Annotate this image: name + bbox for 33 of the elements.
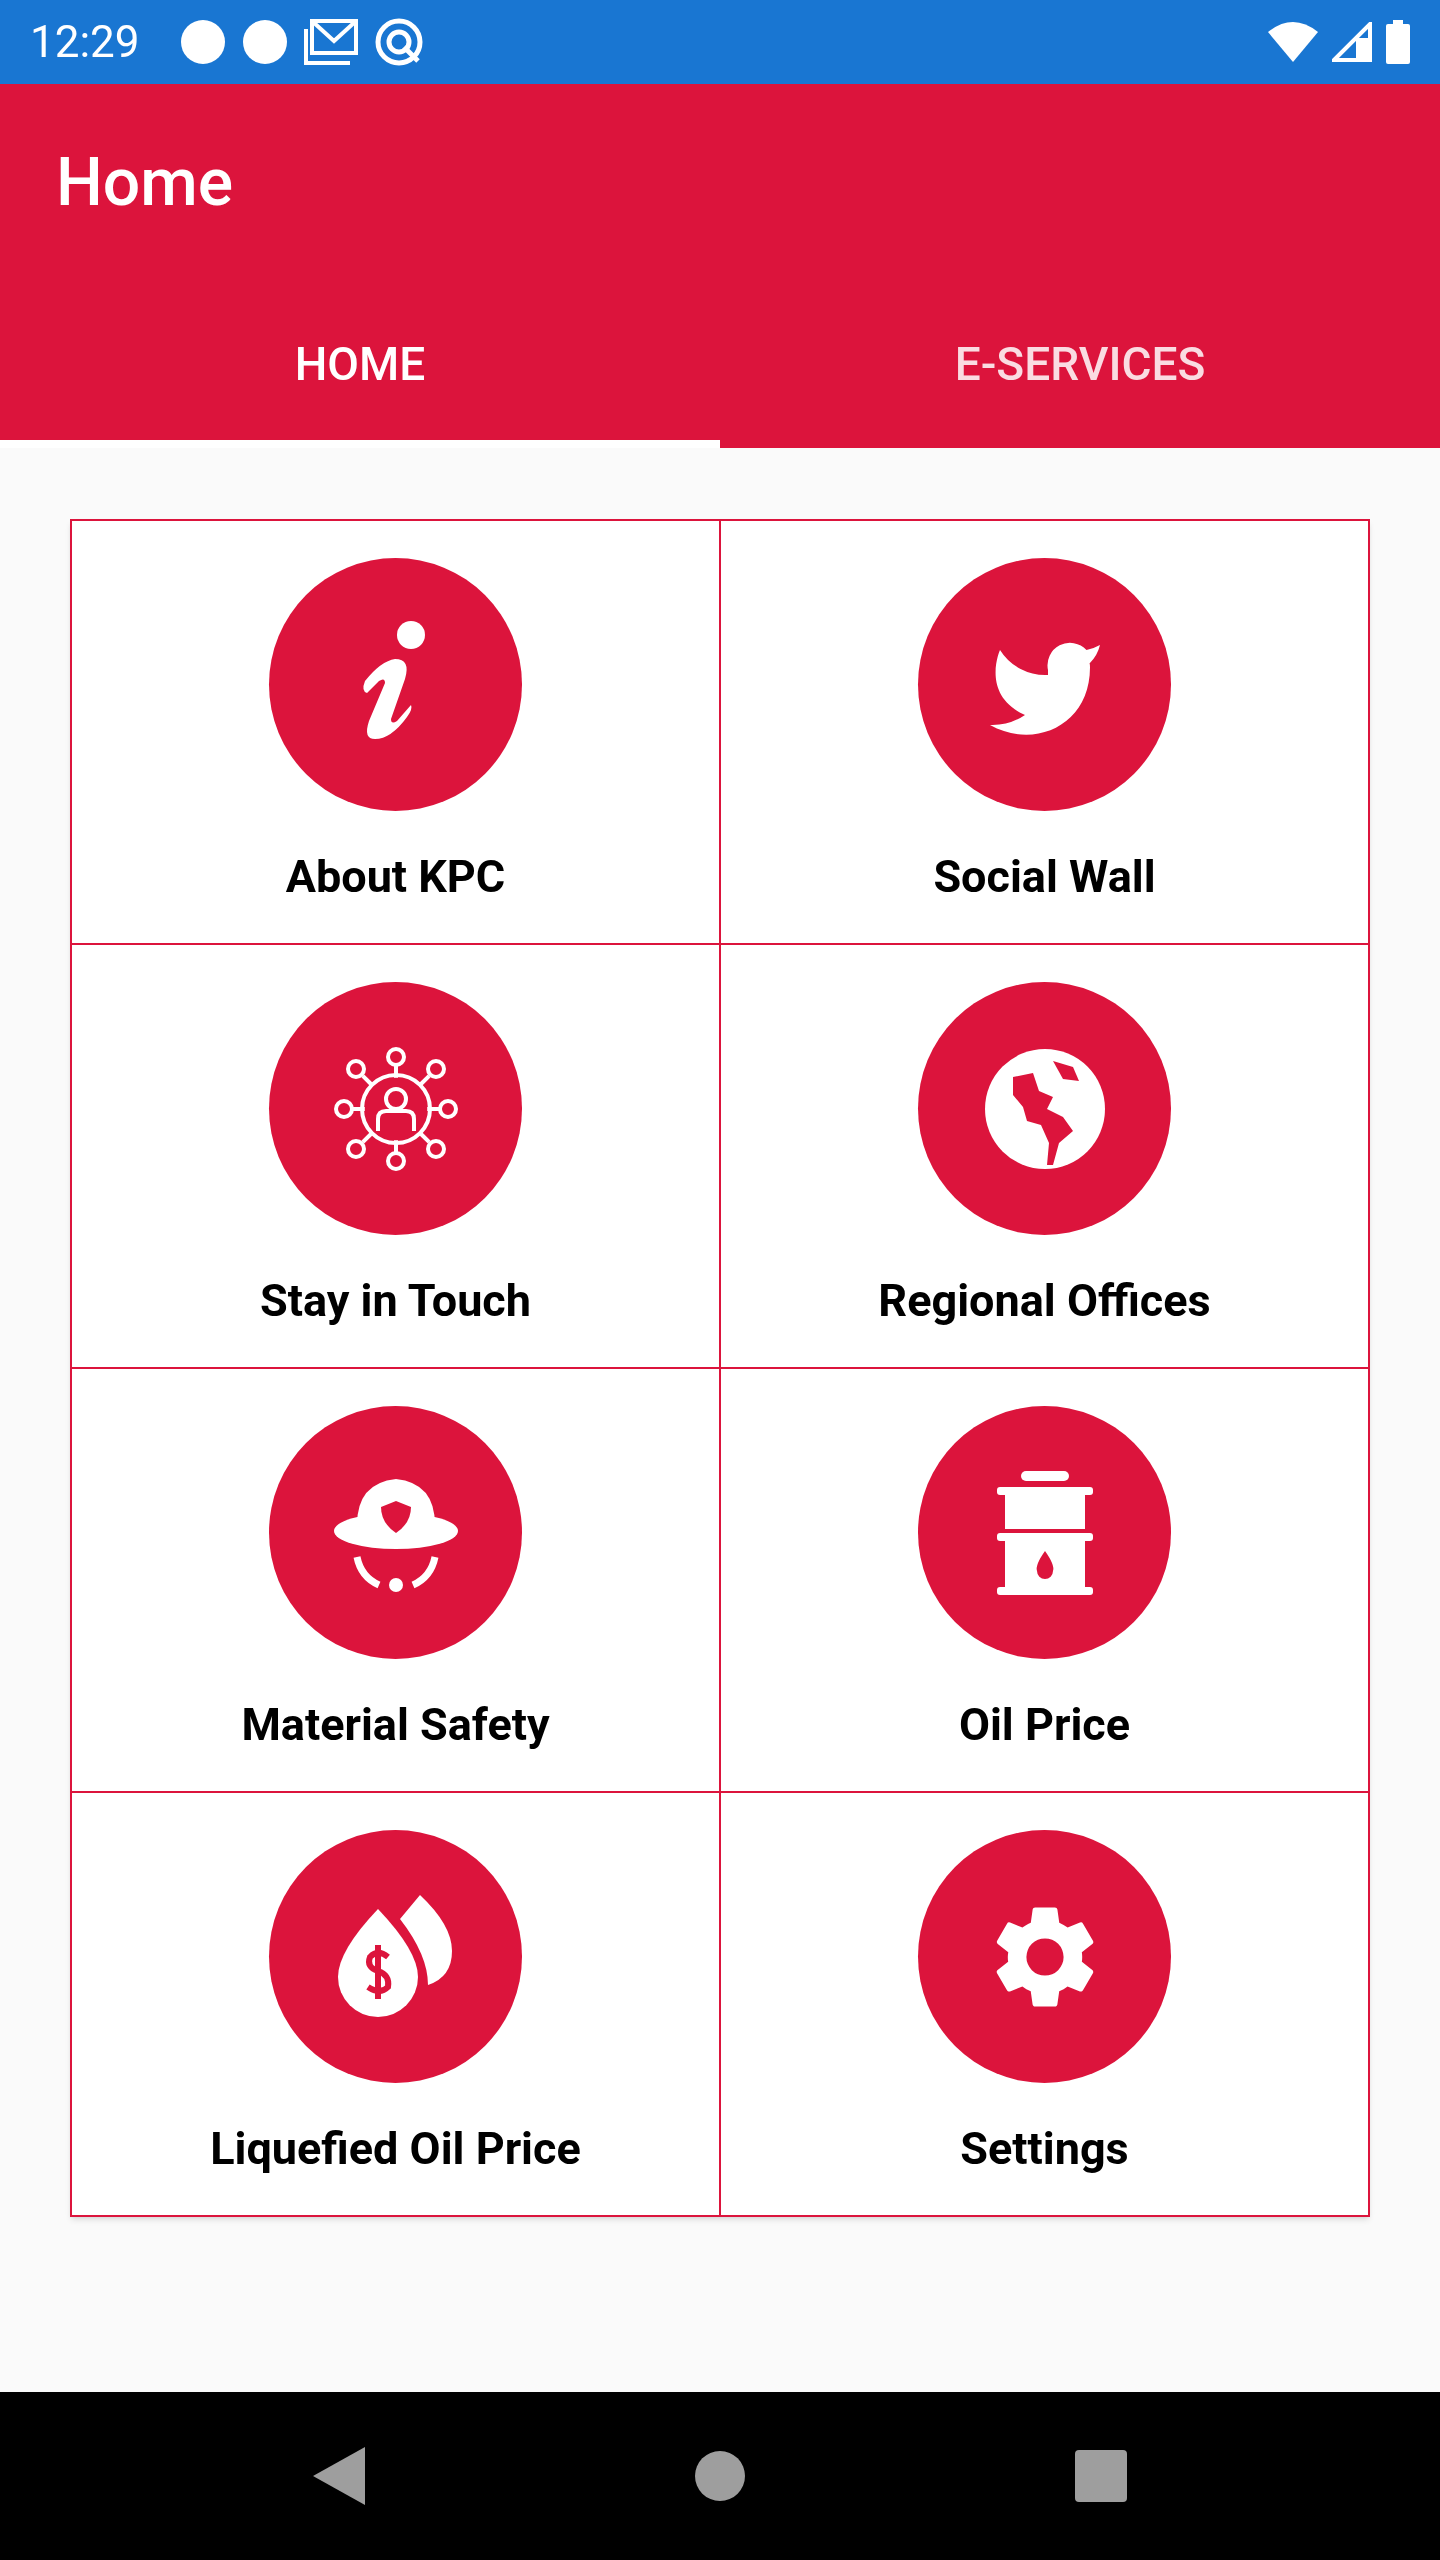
home-icon[interactable] — [695, 2451, 745, 2501]
network-icon — [333, 1046, 458, 1171]
menu-tile[interactable]: Stay in Touch — [72, 945, 721, 1369]
tile-label: About KPC — [285, 849, 506, 905]
tab[interactable]: HOME — [0, 280, 720, 448]
signal-icon — [1332, 22, 1372, 62]
back-icon[interactable] — [313, 2447, 365, 2505]
menu-tile[interactable]: Regional Offices — [721, 945, 1370, 1369]
page-title: Home — [56, 142, 234, 223]
tile-label: Material Safety — [241, 1697, 550, 1753]
notification-icon — [179, 19, 226, 65]
notification-icon — [241, 19, 288, 65]
tile-label: Liquefied Oil Price — [210, 2121, 581, 2177]
menu-tile[interactable]: Liquefied Oil Price — [72, 1793, 721, 2217]
tile-label: Settings — [960, 2121, 1129, 2177]
tile-label: Stay in Touch — [260, 1273, 531, 1329]
tile-label: Regional Offices — [878, 1273, 1211, 1329]
barrel-icon — [996, 1470, 1093, 1595]
battery-icon — [1386, 20, 1410, 64]
wifi-icon — [1268, 22, 1318, 62]
menu-tile[interactable]: Settings — [721, 1793, 1370, 2217]
menu-tile[interactable]: Social Wall — [721, 521, 1370, 945]
target-icon — [373, 17, 424, 67]
status-time: 12:29 — [30, 15, 140, 70]
tab[interactable]: E-SERVICES — [720, 280, 1440, 448]
menu-tile[interactable]: Material Safety — [72, 1369, 721, 1793]
tile-label: Social Wall — [933, 849, 1156, 905]
drops-icon — [337, 1894, 454, 2019]
mail-icon — [303, 19, 358, 65]
tile-label: Oil Price — [958, 1697, 1131, 1753]
menu-tile[interactable]: About KPC — [72, 521, 721, 945]
menu-tile[interactable]: Oil Price — [721, 1369, 1370, 1793]
globe-icon — [982, 1046, 1107, 1171]
